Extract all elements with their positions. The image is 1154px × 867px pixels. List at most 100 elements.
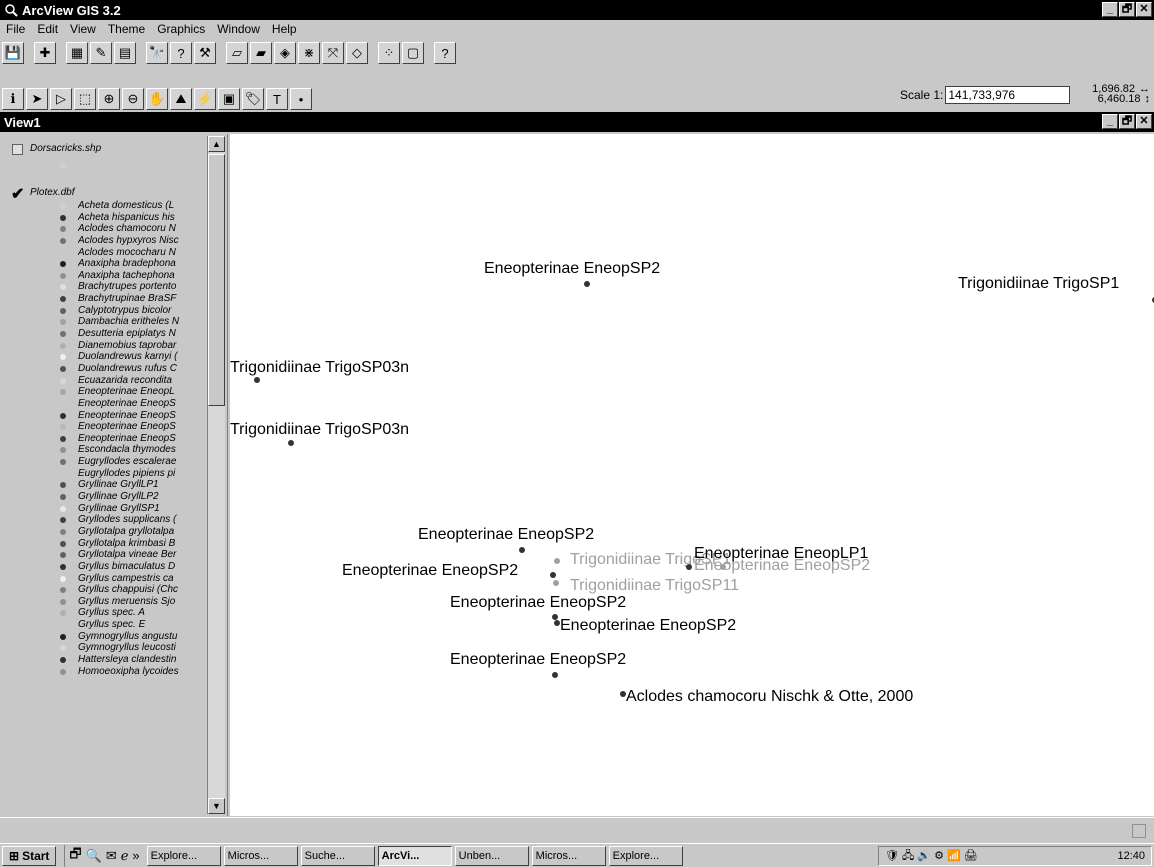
legend-item: Gryllinae GryllLP1 <box>6 479 206 491</box>
tray-icons[interactable]: 🛡 🖧 🔊 ⚙ 📶 🖨 <box>885 847 978 866</box>
legend-symbol <box>60 365 66 372</box>
zoom-active-themes-icon[interactable]: ▰ <box>250 42 272 64</box>
scroll-thumb[interactable] <box>208 154 225 406</box>
map-point-marker[interactable] <box>550 572 556 578</box>
map-point-marker[interactable] <box>554 558 560 564</box>
identify-icon[interactable]: ℹ <box>2 88 24 110</box>
ie-icon[interactable]: ℯ <box>121 848 129 864</box>
legend-label: Anaxipha tachephona <box>78 269 175 281</box>
select-by-theme-icon[interactable]: ⁘ <box>378 42 400 64</box>
legend-symbol <box>60 563 66 570</box>
find-icon[interactable]: 🔭 <box>146 42 168 64</box>
map-point-marker[interactable] <box>553 580 559 586</box>
quick-launch: 🗗 🔍 ✉ ℯ » <box>64 844 140 867</box>
view-minimize-button[interactable]: _ <box>1102 114 1118 129</box>
resize-grip-icon[interactable] <box>1132 824 1146 838</box>
map-point-marker[interactable] <box>288 440 294 446</box>
map-point-marker[interactable] <box>686 564 692 570</box>
legend-symbol <box>60 249 66 256</box>
legend-symbol <box>60 656 66 663</box>
locate-address-icon[interactable]: ⚒ <box>194 42 216 64</box>
menu-edit[interactable]: Edit <box>31 22 64 36</box>
zoom-in-icon[interactable]: ⊕ <box>98 88 120 110</box>
pan-icon[interactable]: ✋ <box>146 88 168 110</box>
taskbar-button[interactable]: ArcVi... <box>377 845 452 866</box>
map-point-label: Eneopterinae EneopSP2 <box>450 594 627 611</box>
taskbar-button[interactable]: Explore... <box>608 845 683 866</box>
taskbar-button[interactable]: Explore... <box>146 845 221 866</box>
menu-file[interactable]: File <box>0 22 31 36</box>
explorer-icon[interactable]: 🔍 <box>86 848 102 864</box>
menu-help[interactable]: Help <box>266 22 303 36</box>
theme-plotex[interactable]: ✔ Plotex.dbf <box>6 178 206 203</box>
legend-label: Gryllinae GryllLP2 <box>78 491 159 503</box>
theme-visibility-checkbox[interactable] <box>12 144 23 155</box>
legend-symbol <box>60 226 66 233</box>
scroll-up-icon[interactable]: ▲ <box>208 136 225 152</box>
hot-link-icon[interactable]: ⚡ <box>194 88 216 110</box>
view-maximize-button[interactable]: 🗗 <box>1119 114 1135 129</box>
legend-item: Eneopterinae EneopS <box>6 433 206 445</box>
show-desktop-icon[interactable]: 🗗 <box>69 845 81 867</box>
legend-symbol <box>60 307 66 314</box>
edit-legend-icon[interactable]: ✎ <box>90 42 112 64</box>
taskbar-button[interactable]: Unben... <box>454 845 529 866</box>
select-feature-icon[interactable]: ⬚ <box>74 88 96 110</box>
map-point-marker[interactable] <box>584 281 590 287</box>
clear-selection-icon[interactable]: ▢ <box>402 42 424 64</box>
quick-launch-chevron[interactable]: » <box>132 848 139 863</box>
map-display[interactable]: Eneopterinae EneopSP2 Trigonidiinae Trigo… <box>230 134 1154 816</box>
vertex-edit-icon[interactable]: ▷ <box>50 88 72 110</box>
menu-view[interactable]: View <box>64 22 102 36</box>
view-title: View1 <box>4 114 41 130</box>
zoom-out-fixed-icon[interactable]: ⤧ <box>322 42 344 64</box>
toc-scrollbar[interactable]: ▲ ▼ <box>207 136 225 814</box>
help-icon[interactable]: ? <box>434 42 456 64</box>
zoom-out-icon[interactable]: ⊖ <box>122 88 144 110</box>
menu-window[interactable]: Window <box>211 22 266 36</box>
zoom-in-fixed-icon[interactable]: ⋇ <box>298 42 320 64</box>
zoom-full-extent-icon[interactable]: ▱ <box>226 42 248 64</box>
theme-properties-icon[interactable]: ▦ <box>66 42 88 64</box>
maximize-button[interactable]: 🗗 <box>1119 2 1135 17</box>
measure-icon[interactable]: ⛰ <box>170 88 192 110</box>
scroll-down-icon[interactable]: ▼ <box>208 798 225 814</box>
draw-point-icon[interactable]: • <box>290 88 312 110</box>
legend-label: Gryllodes supplicans ( <box>78 514 177 526</box>
legend-label: Aclodes chamocoru N <box>78 223 176 235</box>
view-close-button[interactable]: ✕ <box>1136 114 1152 129</box>
legend-item: Brachytrupinae BraSF <box>6 293 206 305</box>
text-icon[interactable]: T <box>266 88 288 110</box>
legend-label: Anaxipha bradephona <box>78 258 176 270</box>
map-point-marker[interactable] <box>552 672 558 678</box>
taskbar-button[interactable]: Micros... <box>223 845 298 866</box>
map-point-marker[interactable] <box>519 547 525 553</box>
start-button[interactable]: ⊞ Start <box>2 845 57 866</box>
legend-label: Brachytrupinae BraSF <box>78 293 177 305</box>
scale-input[interactable] <box>945 86 1071 104</box>
add-theme-icon[interactable]: ✚ <box>34 42 56 64</box>
save-icon[interactable]: 💾 <box>2 42 24 64</box>
label-icon[interactable]: 🏷 <box>242 88 264 110</box>
menu-theme[interactable]: Theme <box>102 22 151 36</box>
legend-item: Gymnogryllus angustu <box>6 631 206 643</box>
menu-graphics[interactable]: Graphics <box>151 22 211 36</box>
theme-dorsacricks[interactable]: Dorsacricks.shp <box>6 134 206 178</box>
taskbar-button[interactable]: Micros... <box>531 845 606 866</box>
area-of-interest-icon[interactable]: ▣ <box>218 88 240 110</box>
arcview-logo-icon <box>4 3 18 17</box>
zoom-selected-icon[interactable]: ◈ <box>274 42 296 64</box>
minimize-button[interactable]: _ <box>1102 2 1118 17</box>
map-point-marker[interactable] <box>254 377 260 383</box>
legend-label: Acheta hispanicus his <box>78 211 175 223</box>
legend-symbol <box>60 272 66 279</box>
zoom-previous-icon[interactable]: ◇ <box>346 42 368 64</box>
taskbar-button[interactable]: Suche... <box>300 845 375 866</box>
legend-label: Gryllotalpa gryllotalpa <box>78 525 175 537</box>
pointer-icon[interactable]: ➤ <box>26 88 48 110</box>
query-builder-icon[interactable]: ? <box>170 42 192 64</box>
outlook-icon[interactable]: ✉ <box>106 848 117 864</box>
table-of-contents: Dorsacricks.shp ✔ Plotex.dbf Acheta dome… <box>6 134 228 816</box>
close-button[interactable]: ✕ <box>1136 2 1152 17</box>
open-table-icon[interactable]: ▤ <box>114 42 136 64</box>
